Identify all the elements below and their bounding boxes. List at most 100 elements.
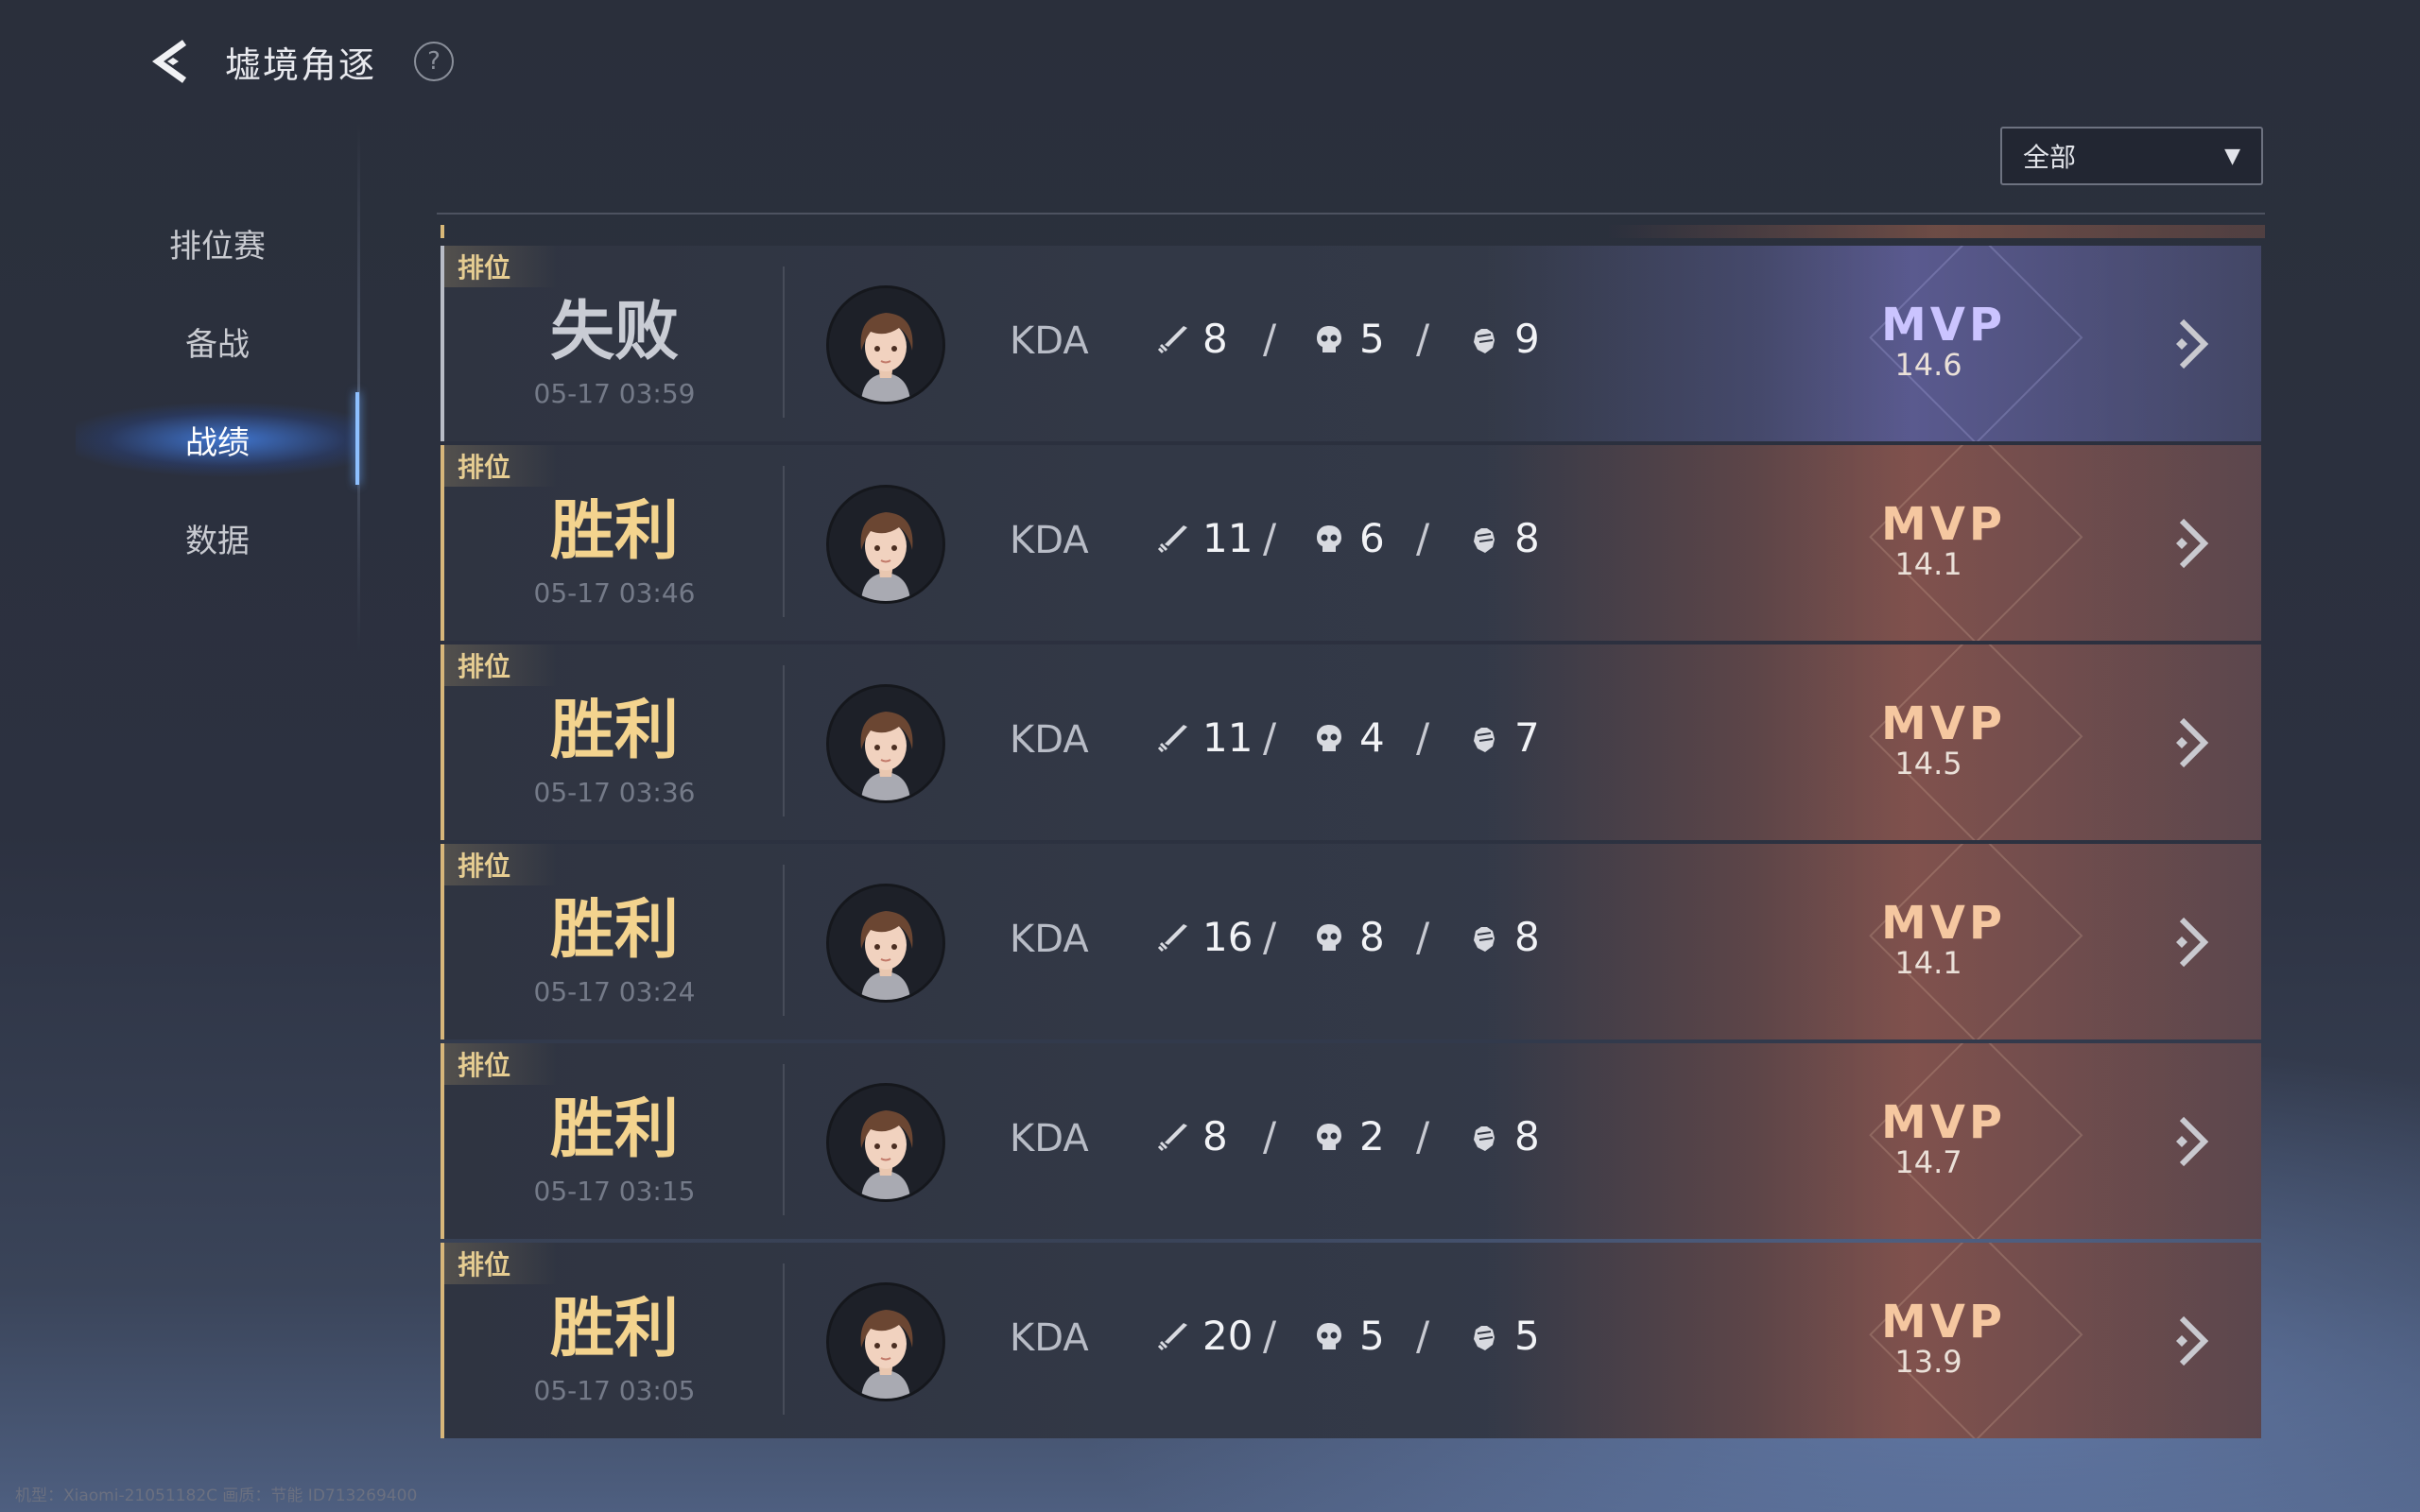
- sword-icon: [1153, 320, 1191, 358]
- match-row[interactable]: 排位 胜利 05-17 03:36 KDA 11 / 4 / 7 MVP 14.…: [441, 644, 2261, 840]
- chevron-right-icon[interactable]: [2165, 914, 2221, 971]
- kda-label: KDA: [1010, 1316, 1089, 1360]
- avatar: [826, 684, 945, 803]
- match-time: 05-17 03:24: [533, 976, 696, 1007]
- match-result: 胜利: [549, 893, 679, 968]
- sidebar-item-label: 数据: [185, 522, 250, 560]
- stat-separator: /: [1263, 1313, 1277, 1359]
- avatar: [826, 285, 945, 404]
- sidebar: 排位赛 备战 战绩 数据: [76, 194, 359, 587]
- mode-tag: 排位: [444, 1043, 558, 1085]
- match-time: 05-17 03:15: [533, 1176, 696, 1207]
- avatar: [826, 1083, 945, 1202]
- chevron-right-icon[interactable]: [2165, 1313, 2221, 1369]
- row-glow: [1486, 445, 2261, 641]
- deaths-stat: 2: [1310, 1113, 1385, 1160]
- match-time: 05-17 03:36: [533, 777, 696, 808]
- sword-icon: [1153, 919, 1191, 956]
- mode-tag: 排位: [444, 844, 558, 885]
- mvp-badge: MVP 14.7: [1881, 1100, 2002, 1180]
- skull-icon: [1310, 919, 1348, 956]
- sword-icon: [1153, 719, 1191, 757]
- kills-value: 16: [1202, 914, 1253, 960]
- deaths-value: 6: [1359, 515, 1385, 561]
- avatar: [826, 485, 945, 604]
- assists-value: 8: [1514, 1113, 1540, 1160]
- stat-separator: /: [1263, 714, 1277, 761]
- row-glow: [1486, 644, 2261, 840]
- match-row[interactable]: 排位 胜利 05-17 03:46 KDA 11 / 6 / 8 MVP 14.…: [441, 445, 2261, 641]
- kda-label: KDA: [1010, 1117, 1089, 1160]
- assists-value: 9: [1514, 316, 1540, 362]
- scroll-indicator: [441, 225, 444, 238]
- sidebar-item-label: 排位赛: [169, 227, 266, 266]
- chevron-right-icon[interactable]: [2165, 515, 2221, 572]
- row-glow: [1486, 1043, 2261, 1239]
- list-divider: [437, 213, 2265, 215]
- deaths-value: 2: [1359, 1113, 1385, 1160]
- mvp-score: 14.1: [1894, 546, 1962, 582]
- kills-stat: 16: [1153, 914, 1253, 960]
- mode-tag: 排位: [444, 246, 558, 287]
- match-row[interactable]: 排位 胜利 05-17 03:15 KDA 8 / 2 / 8 MVP 14.7: [441, 1043, 2261, 1239]
- sidebar-item-ranked[interactable]: 排位赛: [76, 194, 359, 292]
- sidebar-item-data[interactable]: 数据: [76, 489, 359, 587]
- deaths-stat: 5: [1310, 316, 1385, 362]
- stat-separator: /: [1416, 515, 1430, 561]
- chevron-right-icon[interactable]: [2165, 1113, 2221, 1170]
- skull-icon: [1310, 1317, 1348, 1355]
- mvp-score: 14.7: [1894, 1144, 1962, 1180]
- match-result: 胜利: [549, 694, 679, 768]
- match-row[interactable]: 排位 胜利 05-17 03:24 KDA 16 / 8 / 8 MVP 14.…: [441, 844, 2261, 1040]
- sword-icon: [1153, 520, 1191, 558]
- sword-icon: [1153, 1118, 1191, 1156]
- sidebar-item-prepare[interactable]: 备战: [76, 292, 359, 390]
- top-bar: 墟境角逐 ?: [142, 28, 455, 94]
- chevron-right-icon[interactable]: [2165, 714, 2221, 771]
- stat-separator: /: [1416, 316, 1430, 362]
- assists-stat: 8: [1465, 914, 1540, 960]
- stat-separator: /: [1416, 714, 1430, 761]
- stat-separator: /: [1263, 316, 1277, 362]
- assists-stat: 9: [1465, 316, 1540, 362]
- match-time: 05-17 03:59: [533, 378, 696, 409]
- row-divider: [783, 1064, 785, 1215]
- help-icon[interactable]: ?: [414, 42, 455, 81]
- stat-separator: /: [1416, 1113, 1430, 1160]
- mvp-label: MVP: [1881, 1296, 2007, 1349]
- mvp-label: MVP: [1881, 498, 2007, 551]
- kills-value: 11: [1202, 714, 1253, 761]
- deaths-stat: 5: [1310, 1313, 1385, 1359]
- kills-stat: 8: [1153, 1113, 1228, 1160]
- deaths-value: 5: [1359, 1313, 1385, 1359]
- match-row[interactable]: 排位 失败 05-17 03:59 KDA 8 / 5 / 9 MVP 14.6: [441, 246, 2261, 441]
- match-row[interactable]: 排位 胜利 05-17 03:05 KDA 20 / 5 / 5 MVP 13.…: [441, 1243, 2261, 1438]
- match-result: 胜利: [549, 1092, 679, 1167]
- row-divider: [783, 865, 785, 1016]
- row-glow: [1486, 844, 2261, 1040]
- row-glow: [1486, 1243, 2261, 1438]
- fist-icon: [1465, 1118, 1503, 1156]
- assists-stat: 8: [1465, 515, 1540, 561]
- kills-stat: 20: [1153, 1313, 1253, 1359]
- match-result: 失败: [549, 295, 679, 369]
- filter-dropdown[interactable]: 全部 ▼: [2000, 127, 2263, 185]
- mvp-badge: MVP 14.5: [1881, 701, 2002, 779]
- assists-stat: 8: [1465, 1113, 1540, 1160]
- back-arrow-icon[interactable]: [142, 28, 199, 94]
- match-list: 排位 失败 05-17 03:59 KDA 8 / 5 / 9 MVP 14.6…: [441, 246, 2261, 1442]
- mvp-label: MVP: [1881, 897, 2007, 950]
- deaths-stat: 8: [1310, 914, 1385, 960]
- kills-value: 8: [1202, 316, 1228, 362]
- stat-separator: /: [1263, 1113, 1277, 1160]
- mode-tag: 排位: [444, 1243, 558, 1284]
- kills-value: 11: [1202, 515, 1253, 561]
- deaths-value: 5: [1359, 316, 1385, 362]
- chevron-right-icon[interactable]: [2165, 316, 2221, 372]
- fist-icon: [1465, 520, 1503, 558]
- kills-value: 8: [1202, 1113, 1228, 1160]
- deaths-value: 4: [1359, 714, 1385, 761]
- kda-label: KDA: [1010, 918, 1089, 961]
- sidebar-item-records[interactable]: 战绩: [76, 390, 359, 489]
- skull-icon: [1310, 1118, 1348, 1156]
